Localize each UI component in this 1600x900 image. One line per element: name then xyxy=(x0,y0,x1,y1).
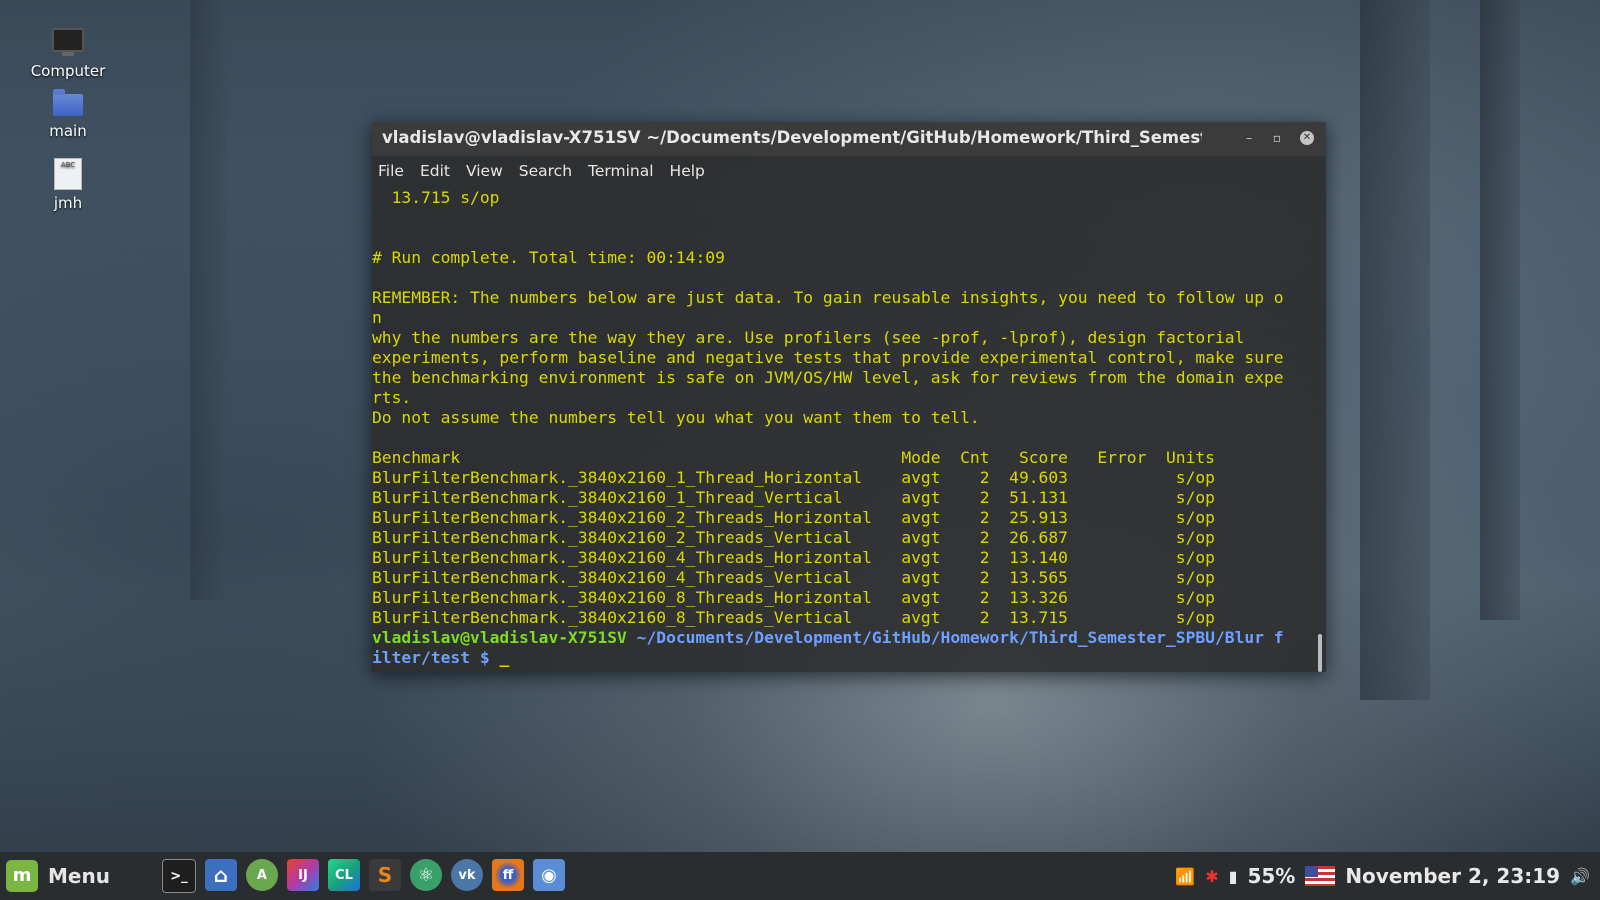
terminal-line: # Run complete. Total time: 00:14:09 xyxy=(372,248,725,267)
intellij-icon[interactable]: IJ xyxy=(286,859,319,891)
terminal-line: why the numbers are the way they are. Us… xyxy=(372,328,1245,347)
terminal-icon[interactable]: >_ xyxy=(161,859,196,893)
maximize-button[interactable]: ▫ xyxy=(1270,131,1284,145)
update-manager-icon[interactable]: ✱ xyxy=(1205,867,1218,886)
terminal-line: n xyxy=(372,308,382,327)
terminal-line: experiments, perform baseline and negati… xyxy=(372,348,1284,367)
wifi-icon[interactable]: 📶 xyxy=(1175,867,1195,886)
terminal-scrollbar[interactable] xyxy=(1318,634,1322,672)
benchmark-row: BlurFilterBenchmark._3840x2160_1_Thread_… xyxy=(372,468,1215,487)
battery-percent: 55% xyxy=(1247,864,1296,888)
terminal-output[interactable]: 13.715 s/op # Run complete. Total time: … xyxy=(372,188,1326,672)
terminal-line: Do not assume the numbers tell you what … xyxy=(372,408,980,427)
shell-prompt-continued[interactable]: ilter/test $ _ xyxy=(372,648,1326,668)
android-studio-icon[interactable]: A xyxy=(245,859,278,891)
desktop-icon-label: jmh xyxy=(53,194,83,212)
prompt-user: vladislav@vladislav-X751SV xyxy=(372,628,627,647)
benchmark-row: BlurFilterBenchmark._3840x2160_2_Threads… xyxy=(372,508,1215,527)
text-cursor: _ xyxy=(489,648,510,667)
menu-label: Menu xyxy=(48,864,110,888)
menu-edit[interactable]: Edit xyxy=(420,162,450,180)
desktop-icon-label: Computer xyxy=(30,62,106,80)
benchmark-row: BlurFilterBenchmark._3840x2160_1_Thread_… xyxy=(372,488,1215,507)
atom-icon[interactable]: ⚛ xyxy=(409,859,442,891)
shell-prompt: vladislav@vladislav-X751SV ~/Documents/D… xyxy=(372,628,1326,648)
menu-search[interactable]: Search xyxy=(519,162,572,180)
vk-icon[interactable]: vk xyxy=(450,859,483,891)
menu-terminal[interactable]: Terminal xyxy=(588,162,654,180)
text-file-icon: ABC xyxy=(54,158,82,190)
terminal-line: 13.715 s/op xyxy=(372,188,500,207)
battery-icon[interactable]: ▮ xyxy=(1229,867,1238,886)
wallpaper-tree xyxy=(190,0,226,600)
sublime-text-icon[interactable]: S xyxy=(368,859,401,891)
menu-help[interactable]: Help xyxy=(670,162,705,180)
wallpaper-tree xyxy=(1480,0,1520,620)
computer-icon xyxy=(52,28,84,56)
prompt-path: ~/Documents/Development/GitHub/Homework/… xyxy=(626,628,1284,647)
benchmark-row: BlurFilterBenchmark._3840x2160_4_Threads… xyxy=(372,548,1215,567)
volume-icon[interactable]: 🔊 xyxy=(1570,867,1590,886)
terminal-window[interactable]: vladislav@vladislav-X751SV ~/Documents/D… xyxy=(372,122,1326,672)
window-titlebar[interactable]: vladislav@vladislav-X751SV ~/Documents/D… xyxy=(372,122,1326,156)
wallpaper-tree xyxy=(1360,0,1430,700)
terminal-line: rts. xyxy=(372,388,412,407)
benchmark-row: BlurFilterBenchmark._3840x2160_4_Threads… xyxy=(372,568,1215,587)
desktop-icon-computer[interactable]: Computer xyxy=(22,28,114,80)
firefox-icon[interactable]: ff xyxy=(491,859,524,891)
desktop-icon-jmh[interactable]: ABC jmh xyxy=(22,158,114,212)
start-menu-button[interactable]: m Menu xyxy=(6,856,110,896)
terminal-menubar: File Edit View Search Terminal Help xyxy=(372,156,1326,186)
desktop-icon-main[interactable]: main xyxy=(22,89,114,140)
taskbar: m Menu >_ ⌂ A IJ CL S ⚛ vk ff ◉ 📶 ✱ ▮ 55… xyxy=(0,852,1600,900)
home-folder-icon[interactable]: ⌂ xyxy=(204,859,237,891)
clock[interactable]: November 2, 23:19 xyxy=(1345,864,1560,888)
folder-icon xyxy=(53,89,83,116)
benchmark-row: BlurFilterBenchmark._3840x2160_8_Threads… xyxy=(372,608,1215,627)
terminal-line: REMEMBER: The numbers below are just dat… xyxy=(372,288,1284,307)
chromium-icon[interactable]: ◉ xyxy=(532,859,565,891)
terminal-line: the benchmarking environment is safe on … xyxy=(372,368,1284,387)
system-tray: 📶 ✱ ▮ 55% November 2, 23:19 🔊 xyxy=(1175,852,1600,900)
benchmark-row: BlurFilterBenchmark._3840x2160_2_Threads… xyxy=(372,528,1215,547)
linux-mint-logo-icon: m xyxy=(6,860,38,892)
prompt-path-continued: ilter/test $ xyxy=(372,648,490,667)
window-title: vladislav@vladislav-X751SV ~/Documents/D… xyxy=(382,128,1202,147)
clion-icon[interactable]: CL xyxy=(327,859,360,891)
close-button[interactable]: ✕ xyxy=(1300,131,1314,145)
minimize-button[interactable]: – xyxy=(1242,131,1256,145)
launcher-apps: >_ ⌂ A IJ CL S ⚛ vk ff ◉ xyxy=(161,859,574,893)
desktop-icon-label: main xyxy=(49,122,87,140)
us-flag-keyboard-layout-icon[interactable] xyxy=(1305,866,1336,886)
menu-file[interactable]: File xyxy=(378,162,404,180)
benchmark-table-header: Benchmark Mode Cnt Score Error Units xyxy=(372,448,1215,467)
menu-view[interactable]: View xyxy=(466,162,503,180)
benchmark-row: BlurFilterBenchmark._3840x2160_8_Threads… xyxy=(372,588,1215,607)
